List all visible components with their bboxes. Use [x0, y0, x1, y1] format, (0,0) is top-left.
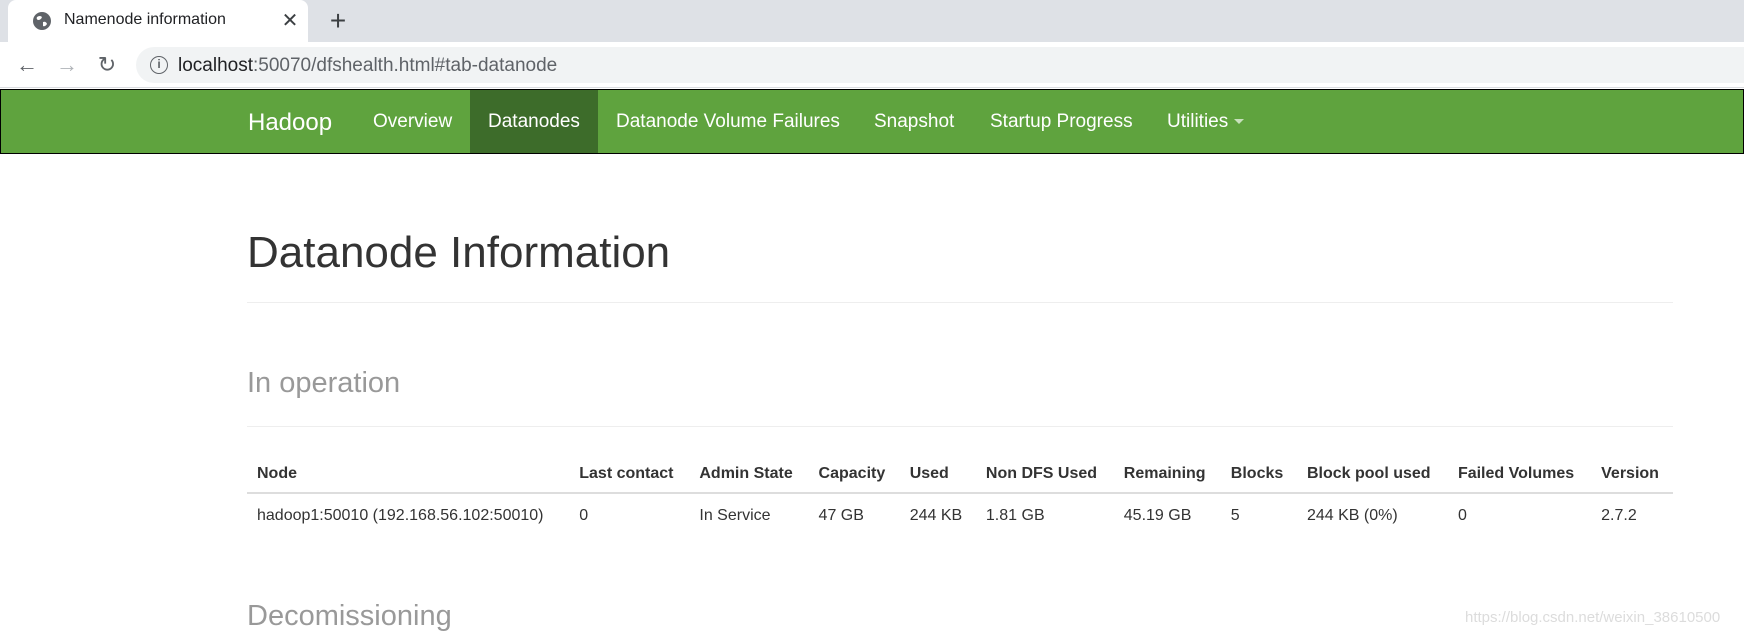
section-decomissioning: Decomissioning — [247, 600, 452, 632]
brand-logo-text[interactable]: Hadoop — [248, 109, 332, 137]
reload-icon[interactable]: ↻ — [94, 52, 120, 78]
new-tab-button[interactable]: + — [326, 7, 350, 35]
nav-utilities-dropdown[interactable]: Utilities — [1149, 90, 1262, 153]
col-used: Used — [899, 455, 976, 494]
url-path: :50070/dfshealth.html#tab-datanode — [253, 55, 558, 76]
datanode-table: Node Last contact Admin State Capacity U… — [247, 455, 1673, 537]
cell-admin-state: In Service — [699, 506, 771, 524]
tab-title: Namenode information — [64, 11, 226, 28]
browser-tab[interactable]: Namenode information ✕ — [8, 0, 308, 42]
cell-non-dfs-used: 1.81 GB — [985, 506, 1045, 524]
close-tab-icon[interactable]: ✕ — [280, 11, 300, 31]
col-failed-volumes: Failed Volumes — [1447, 455, 1592, 494]
col-node: Node — [247, 455, 570, 494]
col-capacity: Capacity — [808, 455, 900, 494]
cell-remaining: 45.19 GB — [1123, 506, 1192, 524]
cell-version: 2.7.2 — [1601, 506, 1637, 524]
hadoop-navbar: Hadoop Overview Datanodes Datanode Volum… — [0, 89, 1744, 154]
nav-datanodes[interactable]: Datanodes — [470, 90, 598, 153]
col-admin-state: Admin State — [689, 455, 809, 494]
watermark-text: https://blog.csdn.net/weixin_38610500 — [1465, 609, 1721, 626]
cell-capacity: 47 GB — [818, 506, 864, 524]
cell-node: hadoop1:50010 (192.168.56.102:50010) — [257, 506, 544, 524]
nav-datanode-volume-failures[interactable]: Datanode Volume Failures — [598, 90, 858, 153]
cell-block-pool-used: 244 KB (0%) — [1306, 506, 1398, 524]
cell-last-contact: 0 — [579, 506, 589, 524]
browser-tabstrip: Namenode information ✕ + — [0, 0, 1744, 42]
table-row: hadoop1:50010 (192.168.56.102:50010) 0 I… — [247, 493, 1673, 537]
nav-startup-progress[interactable]: Startup Progress — [972, 90, 1151, 153]
section-divider — [247, 426, 1673, 427]
table-header-row: Node Last contact Admin State Capacity U… — [247, 455, 1673, 494]
back-arrow-icon[interactable]: ← — [14, 52, 40, 78]
title-divider — [247, 302, 1673, 303]
col-non-dfs-used: Non DFS Used — [975, 455, 1114, 494]
browser-toolbar: ← → ↻ i localhost:50070/dfshealth.html#t… — [0, 42, 1744, 88]
chevron-down-icon — [1234, 119, 1245, 125]
col-blocks: Blocks — [1220, 455, 1297, 494]
nav-utilities-label: Utilities — [1167, 111, 1229, 132]
url-host: localhost — [178, 55, 253, 76]
info-icon[interactable]: i — [150, 56, 168, 74]
globe-icon — [32, 11, 52, 31]
page-title: Datanode Information — [247, 228, 671, 277]
section-in-operation: In operation — [247, 367, 401, 399]
cell-used: 244 KB — [909, 506, 963, 524]
address-bar[interactable]: i localhost:50070/dfshealth.html#tab-dat… — [136, 47, 1744, 83]
forward-arrow-icon[interactable]: → — [54, 52, 80, 78]
url-text: localhost:50070/dfshealth.html#tab-datan… — [178, 55, 557, 77]
nav-overview[interactable]: Overview — [355, 90, 470, 153]
col-remaining: Remaining — [1113, 455, 1221, 494]
nav-snapshot[interactable]: Snapshot — [856, 90, 972, 153]
col-version: Version — [1591, 455, 1673, 494]
cell-blocks: 5 — [1230, 506, 1240, 524]
cell-failed-volumes: 0 — [1457, 506, 1467, 524]
col-last-contact: Last contact — [569, 455, 690, 494]
col-block-pool-used: Block pool used — [1296, 455, 1448, 494]
